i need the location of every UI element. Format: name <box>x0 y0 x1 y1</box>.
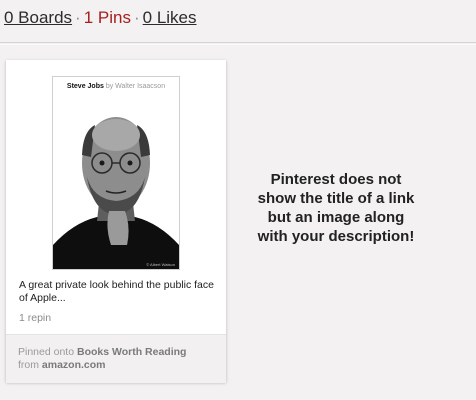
header-divider-highlight <box>0 44 476 45</box>
pin-image[interactable]: Steve Jobs by Walter Isaacson © Albert W… <box>52 76 180 270</box>
stats-separator: · <box>133 8 140 27</box>
annotation-note: Pinterest does not show the title of a l… <box>257 171 415 245</box>
likes-count-link[interactable]: 0 Likes <box>143 8 197 27</box>
photo-credit: © Albert Watson <box>146 262 175 267</box>
repin-count[interactable]: 1 repin <box>19 312 51 324</box>
portrait-photo <box>53 95 179 269</box>
stats-separator: · <box>75 8 81 27</box>
book-author: by Walter Isaacson <box>105 83 166 90</box>
from-label: from <box>18 359 39 371</box>
pin-attribution: Pinned onto Books Worth Reading from ama… <box>6 334 226 383</box>
pin-card[interactable]: Steve Jobs by Walter Isaacson © Albert W… <box>6 60 226 383</box>
boards-count-link[interactable]: 0 Boards <box>4 8 72 27</box>
pin-description: A great private look behind the public f… <box>19 279 214 304</box>
board-name-link[interactable]: Books Worth Reading <box>77 346 186 358</box>
source-domain-link[interactable]: amazon.com <box>42 359 106 371</box>
pinned-onto-prefix: Pinned onto <box>18 346 75 358</box>
header-divider <box>0 42 476 43</box>
pinned-onto-text: Pinned onto Books Worth Reading from ama… <box>18 346 208 372</box>
book-title: Steve Jobs <box>66 83 104 90</box>
book-cover-title: Steve Jobs by Walter Isaacson <box>53 83 179 90</box>
pins-count-link[interactable]: 1 Pins <box>84 8 131 27</box>
profile-stats-bar: 0 Boards · 1 Pins · 0 Likes <box>4 8 197 28</box>
